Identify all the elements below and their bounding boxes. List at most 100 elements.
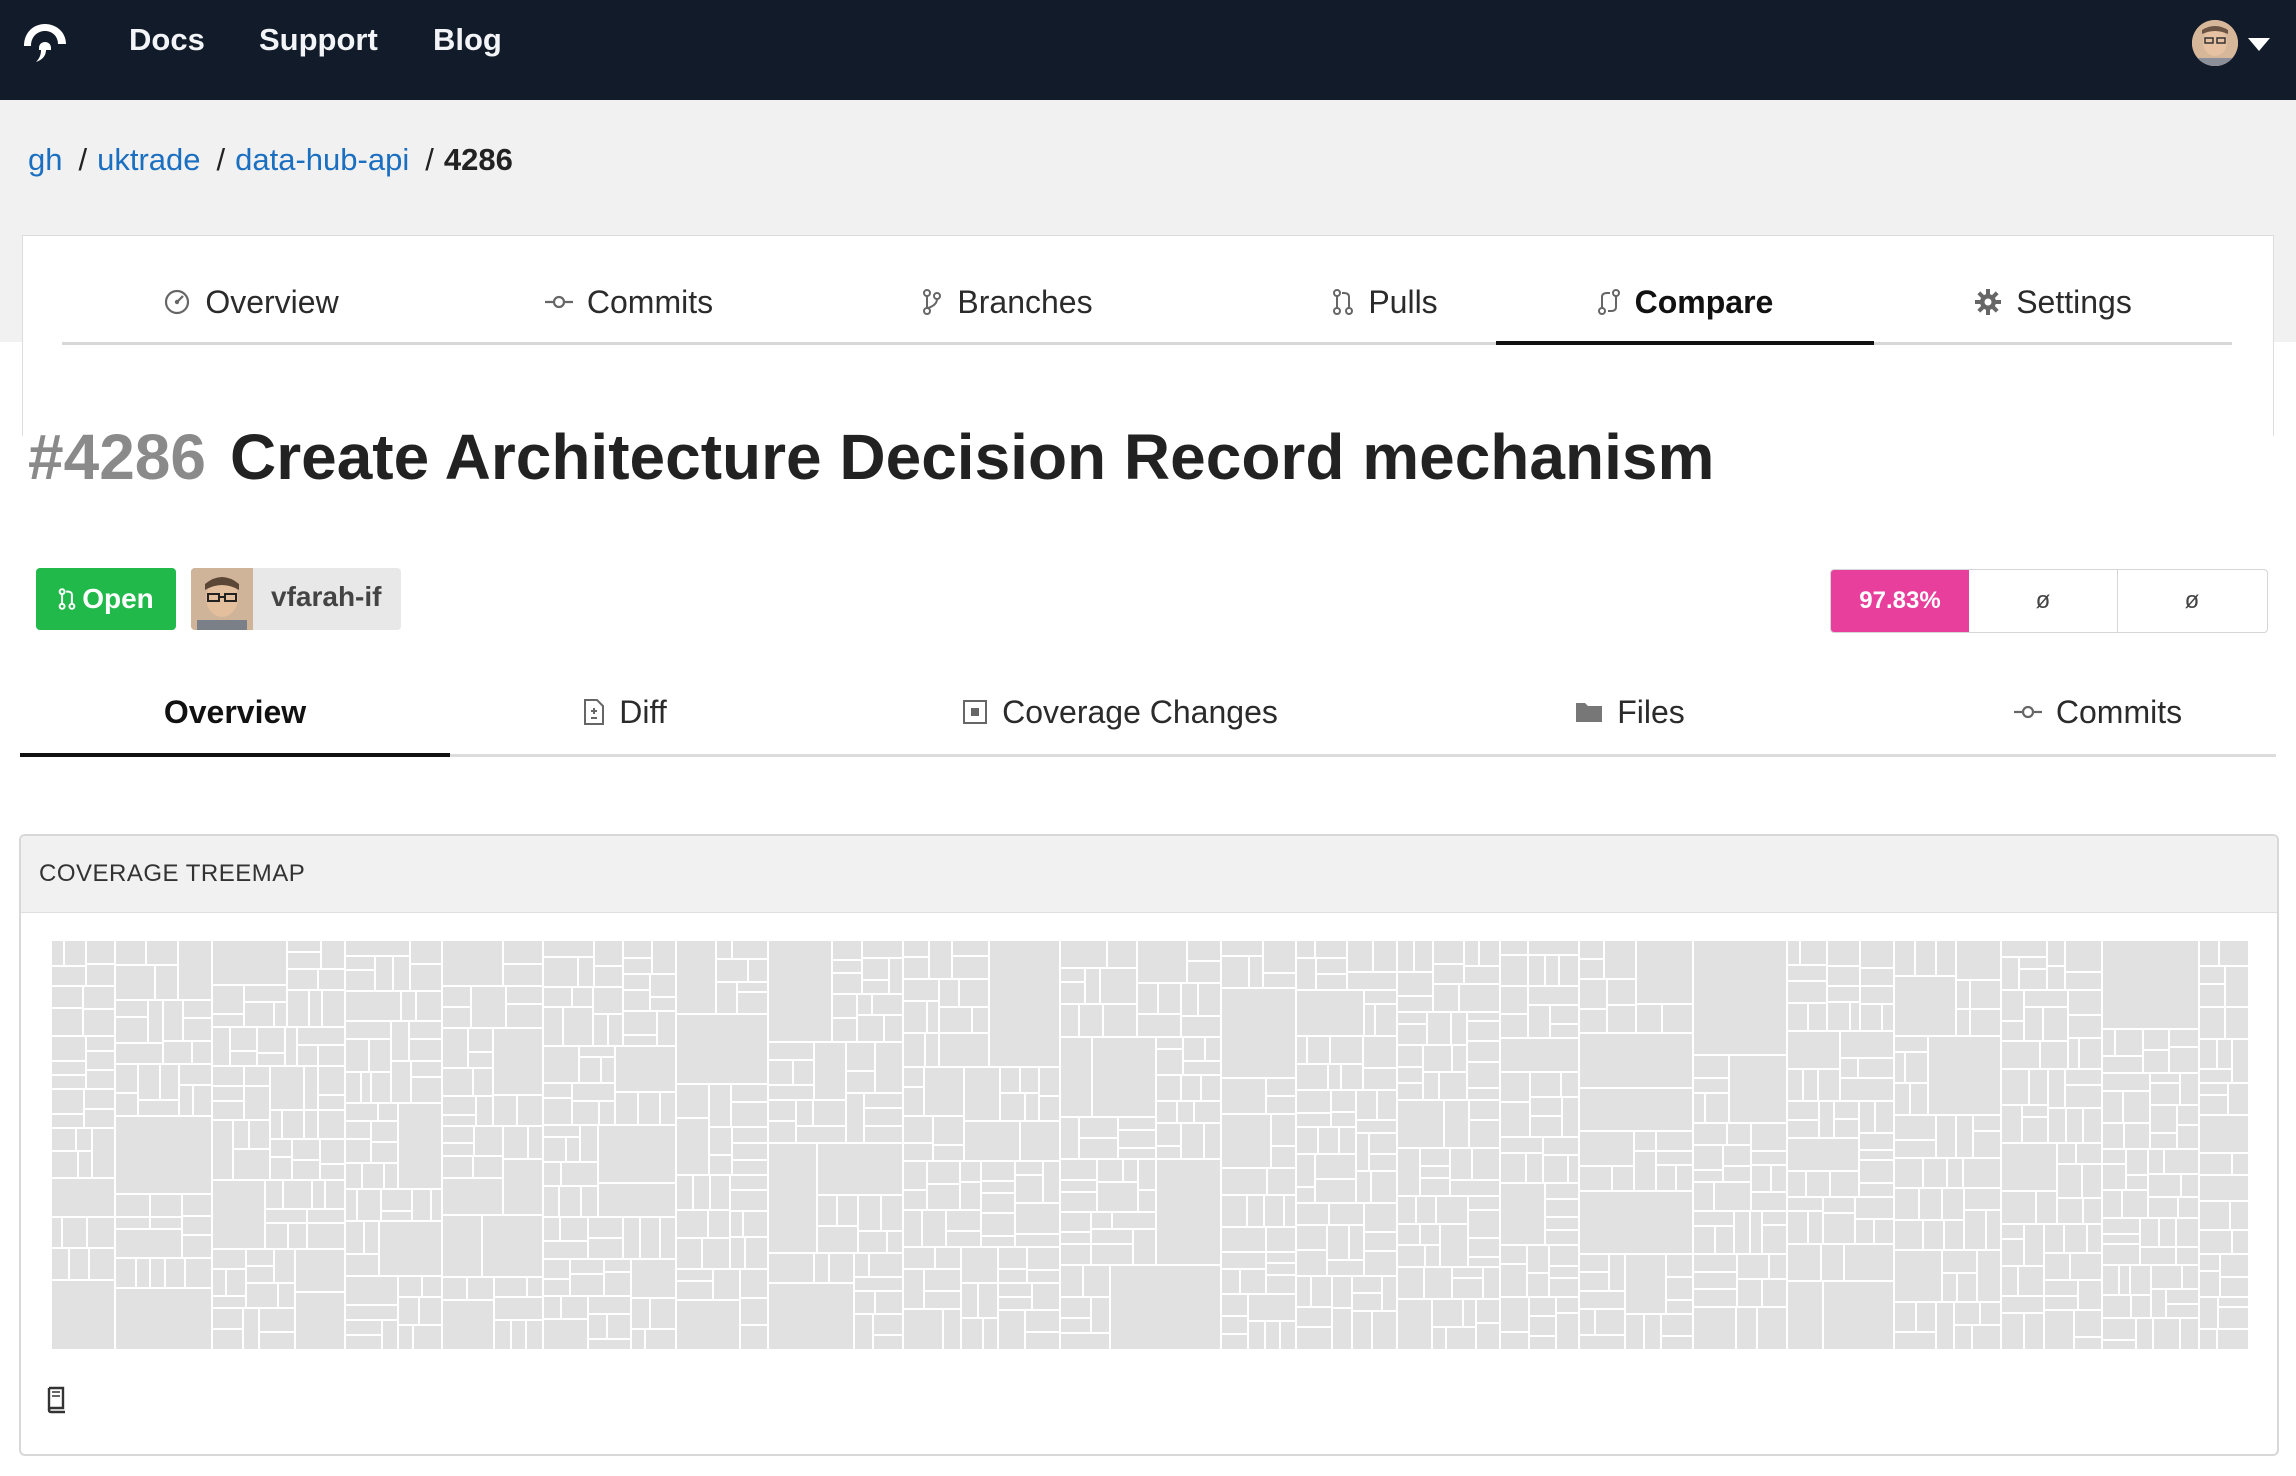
treemap-cell[interactable]	[191, 1040, 213, 1065]
treemap-cell[interactable]	[902, 1189, 928, 1211]
treemap-cell[interactable]	[243, 1085, 271, 1121]
treemap-cell[interactable]	[729, 1210, 744, 1238]
treemap-cell[interactable]	[571, 1082, 616, 1102]
treemap-cell[interactable]	[1478, 940, 1501, 967]
treemap-cell[interactable]	[1692, 1092, 1706, 1124]
treemap-cell[interactable]	[2142, 1049, 2170, 1074]
treemap-cell[interactable]	[145, 940, 179, 966]
treemap-cell[interactable]	[1542, 1136, 1580, 1156]
treemap-cell[interactable]	[83, 1108, 116, 1129]
treemap-cell[interactable]	[114, 1257, 137, 1289]
treemap-cell[interactable]	[2175, 1246, 2200, 1266]
treemap-cell[interactable]	[587, 1237, 624, 1260]
treemap-cell[interactable]	[1943, 1219, 1965, 1251]
treemap-cell[interactable]	[1749, 1210, 1763, 1255]
treemap-cell[interactable]	[381, 1319, 399, 1350]
treemap-cell[interactable]	[1499, 1136, 1544, 1154]
treemap-cell[interactable]	[578, 1056, 602, 1084]
treemap-cell[interactable]	[1941, 1272, 1958, 1303]
treemap-cell[interactable]	[1786, 1030, 1841, 1070]
treemap-cell[interactable]	[1315, 973, 1348, 991]
treemap-cell[interactable]	[1578, 1308, 1596, 1336]
treemap-cell[interactable]	[2198, 1296, 2219, 1330]
treemap-cell[interactable]	[211, 1295, 247, 1309]
treemap-cell[interactable]	[1295, 1326, 1333, 1350]
treemap-cell[interactable]	[2147, 1173, 2182, 1198]
treemap-cell[interactable]	[1419, 1147, 1451, 1167]
treemap-cell[interactable]	[1692, 1271, 1738, 1290]
treemap-cell[interactable]	[1529, 1071, 1562, 1098]
treemap-cell[interactable]	[164, 1257, 186, 1289]
treemap-cell[interactable]	[1499, 1071, 1531, 1103]
treemap-cell[interactable]	[1786, 1243, 1822, 1282]
treemap-cell[interactable]	[2150, 1264, 2183, 1290]
treemap-cell[interactable]	[1528, 1296, 1557, 1317]
treemap-cell[interactable]	[1197, 982, 1222, 1017]
treemap-cell[interactable]	[692, 1174, 711, 1211]
treemap-cell[interactable]	[1295, 1224, 1328, 1251]
treemap-cell[interactable]	[902, 1268, 925, 1310]
treemap-cell[interactable]	[1059, 1332, 1111, 1350]
treemap-cell[interactable]	[1893, 940, 1916, 977]
treemap-cell[interactable]	[2023, 1312, 2045, 1350]
treemap-cell[interactable]	[767, 1120, 797, 1144]
treemap-cell[interactable]	[1770, 1164, 1788, 1193]
treemap-cell[interactable]	[2000, 1312, 2025, 1350]
treemap-cell[interactable]	[2035, 1190, 2058, 1225]
treemap-cell[interactable]	[1090, 1243, 1134, 1266]
treemap-cell[interactable]	[430, 1188, 443, 1222]
treemap-cell[interactable]	[2177, 1196, 2200, 1219]
treemap-cell[interactable]	[1655, 1164, 1677, 1192]
treemap-cell[interactable]	[1660, 1335, 1694, 1350]
treemap-cell[interactable]	[2078, 1037, 2103, 1070]
treemap-cell[interactable]	[1059, 1264, 1084, 1298]
treemap-cell[interactable]	[845, 1092, 865, 1144]
treemap-cell[interactable]	[1826, 985, 1861, 1003]
treemap-cell[interactable]	[902, 1160, 928, 1191]
treemap-cell[interactable]	[2198, 1006, 2226, 1040]
treemap-cell[interactable]	[1904, 1051, 1929, 1084]
treemap-cell[interactable]	[1396, 1023, 1428, 1046]
treemap-cell[interactable]	[291, 1138, 321, 1161]
treemap-cell[interactable]	[1893, 1331, 1937, 1350]
treemap-cell[interactable]	[269, 1138, 293, 1158]
treemap-cell[interactable]	[1220, 1077, 1267, 1115]
treemap-cell[interactable]	[675, 1237, 703, 1270]
treemap-cell[interactable]	[1078, 1137, 1119, 1160]
treemap-cell[interactable]	[1463, 940, 1480, 967]
treemap-cell[interactable]	[1396, 1244, 1426, 1268]
treemap-cell[interactable]	[902, 1209, 923, 1248]
treemap-cell[interactable]	[828, 1252, 855, 1284]
treemap-cell[interactable]	[736, 981, 769, 993]
treemap-cell[interactable]	[273, 1248, 296, 1284]
treemap-cell[interactable]	[2067, 989, 2103, 1016]
treemap-cell[interactable]	[603, 1271, 632, 1297]
treemap-cell[interactable]	[1203, 1122, 1222, 1160]
treemap-cell[interactable]	[813, 1252, 830, 1284]
treemap-cell[interactable]	[296, 1026, 346, 1046]
treemap-cell[interactable]	[902, 1142, 934, 1162]
treemap-cell[interactable]	[1578, 1190, 1694, 1255]
treemap-cell[interactable]	[729, 1174, 769, 1191]
treemap-cell[interactable]	[1692, 1253, 1738, 1273]
treemap-cell[interactable]	[2064, 971, 2103, 991]
treemap-cell[interactable]	[1578, 1253, 1610, 1273]
treemap-cell[interactable]	[863, 1107, 904, 1127]
treemap-cell[interactable]	[1371, 1310, 1398, 1350]
treemap-cell[interactable]	[1665, 1276, 1694, 1301]
treemap-cell[interactable]	[857, 1194, 882, 1232]
treemap-cell[interactable]	[1499, 1152, 1527, 1184]
treemap-cell[interactable]	[1971, 1324, 2002, 1350]
treemap-cell[interactable]	[211, 1307, 244, 1330]
treemap-cell[interactable]	[1078, 1116, 1119, 1139]
treemap-cell[interactable]	[1340, 1063, 1364, 1091]
treemap-cell[interactable]	[86, 1216, 116, 1249]
treemap-cell[interactable]	[2018, 956, 2048, 970]
treemap-cell[interactable]	[1346, 971, 1398, 991]
treemap-cell[interactable]	[656, 1010, 677, 1047]
treemap-cell[interactable]	[1750, 1150, 1788, 1166]
tab-coverage-changes[interactable]: Coverage Changes	[920, 670, 1320, 754]
treemap-cell[interactable]	[1019, 1120, 1061, 1162]
treemap-cell[interactable]	[1526, 1244, 1550, 1274]
treemap-cell[interactable]	[1059, 967, 1086, 983]
